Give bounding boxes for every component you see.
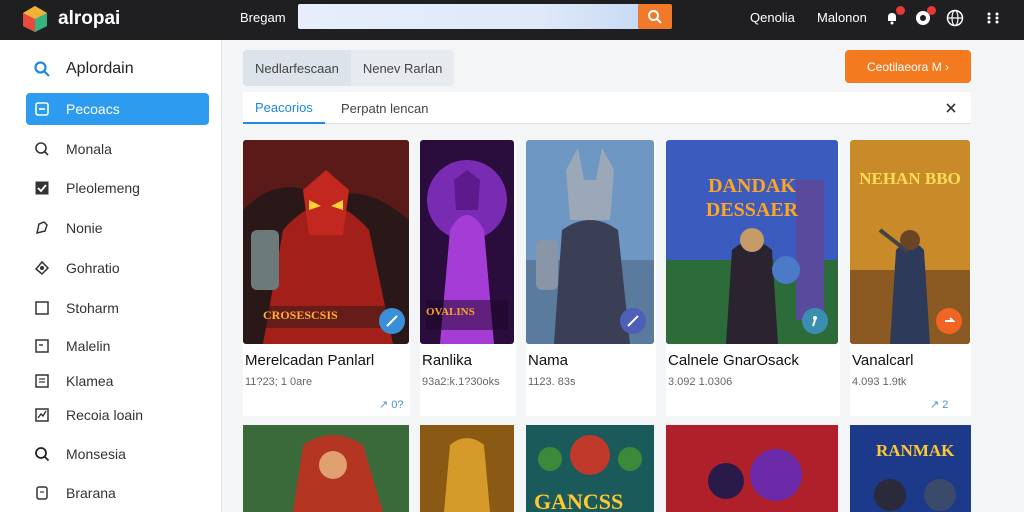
search-icon: [32, 444, 52, 464]
sidebar-item-label: Klamea: [66, 373, 114, 389]
search-circle-icon: [32, 139, 52, 159]
game-meta: 1123. 83s: [528, 376, 576, 388]
messages-badge: [927, 6, 936, 15]
notification-icon[interactable]: [882, 6, 905, 28]
art-title: CROSESCSIS: [263, 308, 338, 322]
tab-2[interactable]: Perpatn lencan: [329, 92, 440, 124]
game-thumbnail[interactable]: [850, 425, 971, 512]
sidebar-item-2[interactable]: Monala: [26, 133, 209, 165]
game-thumbnail[interactable]: [243, 425, 409, 512]
game-card[interactable]: Nama 1123. 83s: [526, 140, 656, 416]
share-link[interactable]: ↗ 2: [930, 398, 948, 411]
square-outline-icon: [32, 298, 52, 318]
apps-grid-icon[interactable]: [983, 8, 1003, 28]
sidebar-item-label: Malelin: [66, 338, 111, 354]
sidebar-item-label: Recoia loain: [66, 407, 144, 423]
close-icon[interactable]: [943, 100, 959, 116]
art-title: DANDAK DESSAER: [705, 175, 799, 221]
sidebar-item-5[interactable]: Gohratio: [26, 252, 209, 284]
filter-chip-1[interactable]: Nedlarfescaan: [243, 50, 351, 86]
sidebar-item-label: Stoharm: [66, 300, 119, 316]
game-meta: 11?23; 1 0are: [245, 376, 313, 388]
tab-1[interactable]: Peacorios: [243, 92, 325, 124]
art-title: GANCSS: [534, 489, 624, 512]
sidebar-item-label: Gohratio: [66, 260, 120, 276]
game-card[interactable]: RANMAK: [850, 425, 971, 512]
search-icon: [648, 9, 662, 24]
game-meta: 93a2:k.1?30oks: [422, 376, 500, 388]
square-icon: [32, 99, 52, 119]
game-title[interactable]: Vanalcarl: [852, 352, 913, 369]
app-logo-icon[interactable]: [22, 5, 48, 33]
tab-bar: Peacorios Perpatn lencan: [243, 92, 971, 124]
browse-label[interactable]: Bregam: [240, 10, 286, 25]
search-button[interactable]: [638, 4, 672, 29]
game-title[interactable]: Nama: [528, 352, 568, 369]
top-bar: alropai Bregam Qenolia Malonon: [0, 0, 1024, 40]
sidebar-item-label: Aplordain: [66, 60, 134, 77]
arrow-badge-icon[interactable]: [936, 308, 962, 334]
sidebar-item-label: Brarana: [66, 485, 116, 501]
filter-chip-2[interactable]: Nenev Rarlan: [351, 50, 455, 86]
check-box-icon: [32, 178, 52, 198]
wolf-badge-icon[interactable]: [620, 308, 646, 334]
game-card[interactable]: [420, 425, 514, 512]
sidebar-item-3[interactable]: Pleolemeng: [26, 172, 209, 204]
messages-icon[interactable]: [913, 6, 936, 28]
game-card[interactable]: GANCSS: [526, 425, 654, 512]
sidebar: Aplordain Pecoacs Monala Pleolemeng Noni…: [0, 40, 222, 512]
game-title[interactable]: Merelcadan Panlarl: [245, 352, 374, 369]
filter-chips: Nedlarfescaan Nenev Rarlan: [243, 50, 455, 86]
clipboard-icon: [32, 483, 52, 503]
game-thumbnail[interactable]: [420, 425, 514, 512]
document-icon: [32, 336, 52, 356]
notification-badge: [896, 6, 905, 15]
sidebar-item-8[interactable]: Klamea: [26, 365, 209, 397]
game-title[interactable]: Ranlika: [422, 352, 472, 369]
game-meta: 4.093 1.9tk: [852, 376, 907, 388]
game-title[interactable]: Calnele GnarOsack: [668, 352, 799, 369]
game-thumbnail[interactable]: [666, 425, 838, 512]
game-card[interactable]: OVALINS Ranlika 93a2:k.1?30oks: [420, 140, 516, 416]
gear-shape-icon: [32, 258, 52, 278]
sidebar-item-10[interactable]: Monsesia: [26, 438, 209, 470]
game-card[interactable]: CROSESCSIS Merelcadan Panlarl 11?23; 1 0…: [243, 140, 410, 416]
search-icon: [32, 59, 52, 79]
sidebar-item-label: Pecoacs: [66, 101, 120, 117]
document-lines-icon: [32, 371, 52, 391]
sword-badge-icon[interactable]: [379, 308, 405, 334]
sidebar-item-11[interactable]: Brarana: [26, 477, 209, 509]
run-badge-icon[interactable]: [802, 308, 828, 334]
sidebar-item-label: Nonie: [66, 220, 103, 236]
top-link-2[interactable]: Malonon: [817, 10, 867, 25]
globe-icon[interactable]: [945, 8, 965, 28]
art-title: NEHAN BBO: [859, 169, 961, 188]
sidebar-item-label: Monala: [66, 141, 112, 157]
sidebar-item-label: Pleolemeng: [66, 180, 140, 196]
art-title: OVALINS: [426, 306, 475, 318]
sidebar-item-9[interactable]: Recoia loain: [26, 399, 209, 431]
search-input[interactable]: [298, 4, 640, 29]
sidebar-item-7[interactable]: Malelin: [26, 330, 209, 362]
art-title: RANMAK: [876, 441, 955, 460]
app-title: alropai: [58, 8, 121, 29]
game-card[interactable]: NEHAN BBO Vanalcarl 4.093 1.9tk ↗ 2: [850, 140, 971, 416]
chart-icon: [32, 405, 52, 425]
sidebar-item-4[interactable]: Nonie: [26, 212, 209, 244]
sidebar-item-label: Monsesia: [66, 446, 126, 462]
game-card[interactable]: [243, 425, 409, 512]
share-link[interactable]: ↗ 0?: [379, 398, 404, 411]
puzzle-icon: [32, 218, 52, 238]
sidebar-item-active[interactable]: Pecoacs: [26, 93, 209, 125]
sidebar-item-6[interactable]: Stoharm: [26, 292, 209, 324]
cta-button[interactable]: Ceotilaeora M ›: [845, 50, 971, 83]
sidebar-item-search[interactable]: Aplordain: [26, 53, 209, 85]
game-card[interactable]: [666, 425, 838, 512]
game-meta: 3.092 1.0306: [668, 376, 733, 388]
top-link-1[interactable]: Qenolia: [750, 10, 795, 25]
game-card[interactable]: DANDAK DESSAER Calnele GnarOsack 3.092 1…: [666, 140, 840, 416]
